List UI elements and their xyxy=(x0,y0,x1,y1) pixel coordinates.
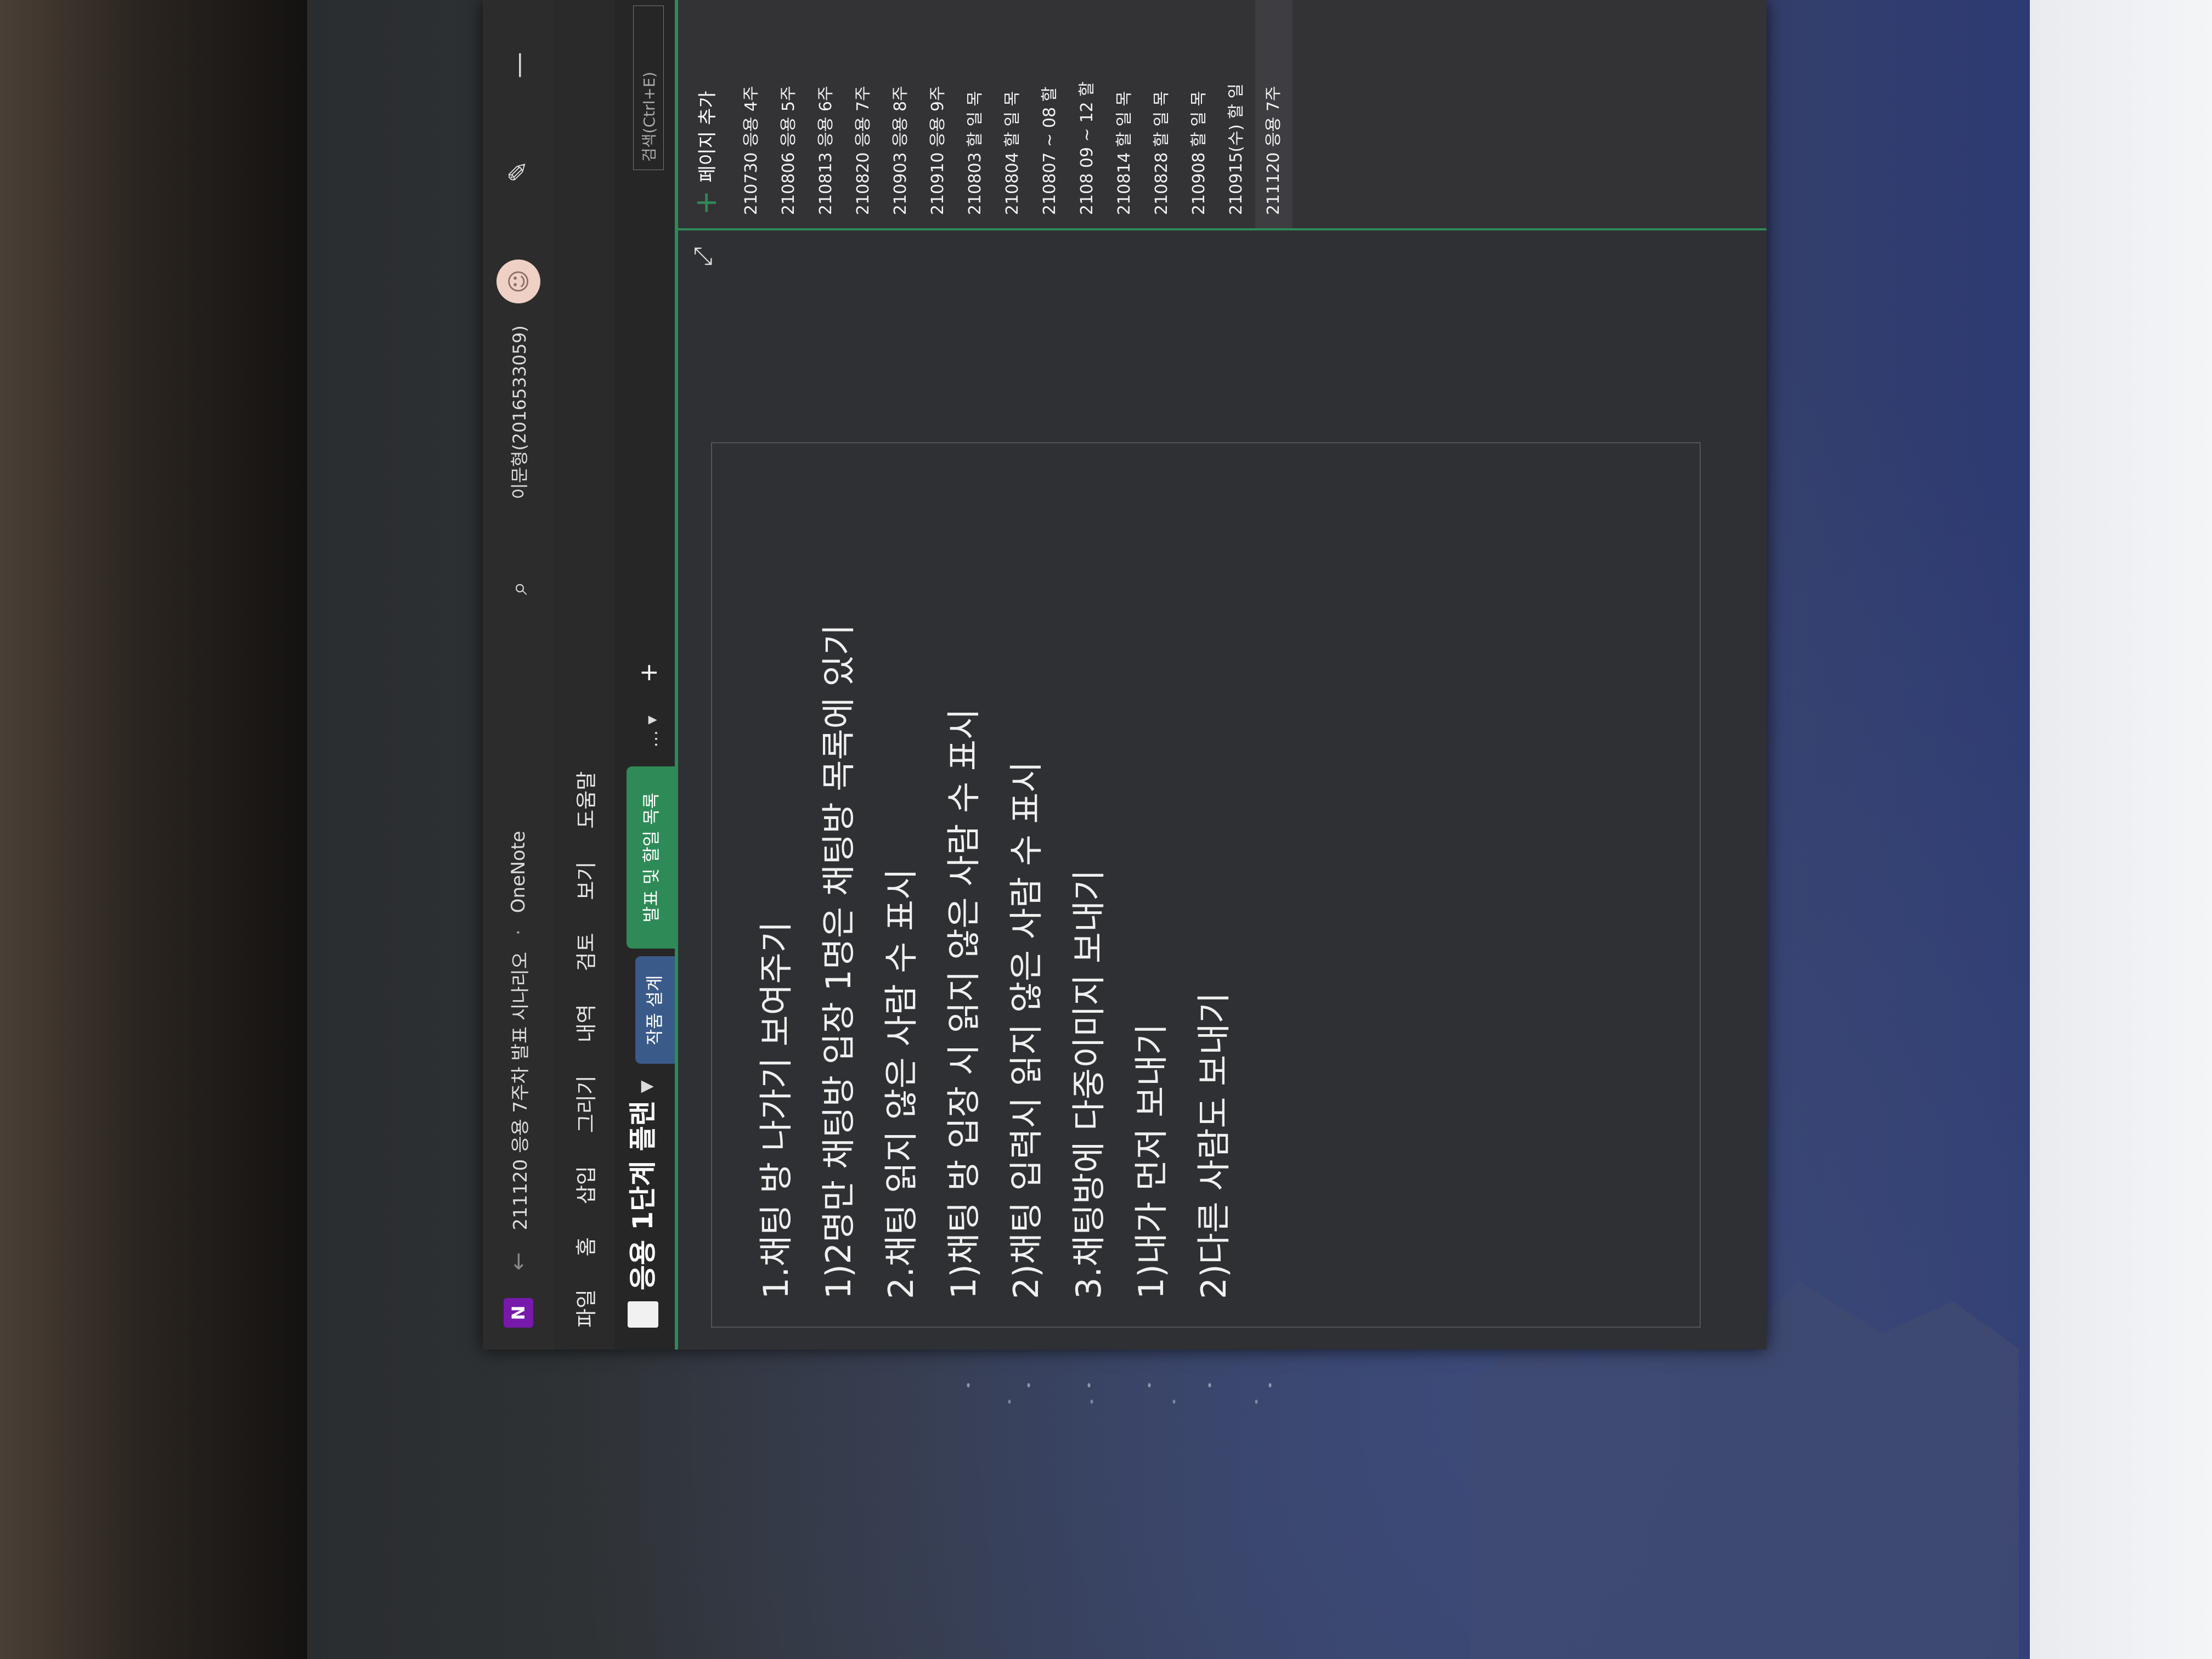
page-item[interactable]: 210903 응용 8주 xyxy=(882,0,919,228)
note-line[interactable]: 1.채팅 방 나가기 보여주기 xyxy=(745,624,808,1299)
avatar-icon[interactable]: ☺ xyxy=(496,259,540,303)
onenote-window: N ← 211120 응용 7주차 발표 시나리오 · OneNote ⌕ 이문… xyxy=(483,0,1767,1350)
menu-home[interactable]: 홈 xyxy=(569,1237,600,1256)
page-item[interactable]: 210915(수) 할 일 xyxy=(1218,0,1255,228)
page-item[interactable]: 210828 할 일 목 xyxy=(1143,0,1181,228)
note-line[interactable]: 2.채팅 읽지 않은 사람 수 표시 xyxy=(870,624,933,1299)
menu-history[interactable]: 내역 xyxy=(569,1004,600,1042)
page-item[interactable]: 210807 ~ 08 할 xyxy=(1031,0,1069,228)
notebook-name[interactable]: 응용 1단계 플랜 xyxy=(621,1101,661,1290)
menu-bar: 파일 홈 삽입 그리기 내역 검토 보기 도움말 xyxy=(554,0,614,1350)
expand-icon[interactable]: ⤢ xyxy=(689,247,717,266)
tab-section-design[interactable]: 작품 설계 xyxy=(635,956,675,1064)
onenote-app-icon: N xyxy=(504,1298,533,1328)
page-item[interactable]: 210813 응용 6주 xyxy=(808,0,845,228)
title-separator: · xyxy=(507,929,529,936)
note-line[interactable]: 2)다른 사람도 보내기 xyxy=(1183,624,1245,1299)
page-item[interactable]: 210730 응용 4주 xyxy=(733,0,770,228)
page-item[interactable]: 210814 할 일 목 xyxy=(1106,0,1143,228)
plus-icon: + xyxy=(688,190,723,215)
minimize-icon[interactable]: — xyxy=(503,52,534,78)
page-item[interactable]: 210820 응용 7주 xyxy=(845,0,882,228)
note-line[interactable]: 2)채팅 입력시 읽지 않은 사람 수 표시 xyxy=(995,624,1058,1299)
user-name[interactable]: 이문형(2016533059) xyxy=(506,325,531,499)
note-line[interactable]: 3.채팅방에 다중이미지 보내기 xyxy=(1058,624,1120,1299)
page-item[interactable]: 210908 할 일 목 xyxy=(1181,0,1218,228)
menu-help[interactable]: 도움말 xyxy=(569,771,600,829)
page-item[interactable]: 210806 응용 5주 xyxy=(770,0,808,228)
back-icon[interactable]: ← xyxy=(506,1252,531,1271)
more-sections-button[interactable]: … ▾ xyxy=(641,716,662,748)
page-item[interactable]: 210910 응용 9주 xyxy=(919,0,957,228)
menu-insert[interactable]: 삽입 xyxy=(569,1166,600,1204)
page-canvas[interactable]: ⤢ 1.채팅 방 나가기 보여주기 1)2명만 채팅방 입장 1명은 채팅방 목… xyxy=(678,230,1767,1350)
page-item[interactable]: 2108 09 ~ 12 할 xyxy=(1069,0,1106,228)
note-container[interactable]: 1.채팅 방 나가기 보여주기 1)2명만 채팅방 입장 1명은 채팅방 목록에… xyxy=(711,442,1701,1328)
page-item-selected[interactable]: 211120 응용 7주 xyxy=(1255,0,1293,228)
notebook-icon xyxy=(628,1301,658,1328)
menu-view[interactable]: 보기 xyxy=(569,862,600,900)
monitor-bezel-left xyxy=(0,0,307,1659)
search-icon[interactable]: ⌕ xyxy=(505,582,533,595)
note-line[interactable]: 1)내가 먼저 보내기 xyxy=(1120,624,1183,1299)
app-name: OneNote xyxy=(507,831,529,913)
pen-icon[interactable]: ✎ xyxy=(503,161,534,183)
note-line[interactable]: 1)2명만 채팅방 입장 1명은 채팅방 목록에 있기 xyxy=(808,624,870,1299)
tab-section-todo[interactable]: 발표 및 할일 목록 xyxy=(627,766,675,949)
page-list: + 페이지 추가 210730 응용 4주 210806 응용 5주 21081… xyxy=(678,0,1767,230)
menu-review[interactable]: 검토 xyxy=(569,933,600,971)
menu-file[interactable]: 파일 xyxy=(569,1289,600,1328)
document-title: 211120 응용 7주차 발표 시나리오 xyxy=(509,952,532,1231)
page-item[interactable]: 210804 할 일 목 xyxy=(994,0,1031,228)
note-line[interactable]: 1)채팅 방 입장 시 읽지 않은 사람 수 표시 xyxy=(933,624,995,1299)
title-bar: N ← 211120 응용 7주차 발표 시나리오 · OneNote ⌕ 이문… xyxy=(483,0,554,1350)
add-page-button[interactable]: + 페이지 추가 xyxy=(678,0,733,228)
note-text[interactable]: 1.채팅 방 나가기 보여주기 1)2명만 채팅방 입장 1명은 채팅방 목록에… xyxy=(745,624,1245,1299)
notebook-nav-bar: 응용 1단계 플랜 ▼ 작품 설계 발표 및 할일 목록 … ▾ + 검색(Ct… xyxy=(614,0,675,1350)
menu-draw[interactable]: 그리기 xyxy=(569,1075,600,1133)
monitor-bezel-right xyxy=(2030,0,2212,1659)
chevron-down-icon[interactable]: ▼ xyxy=(637,1080,656,1093)
search-input[interactable]: 검색(Ctrl+E) xyxy=(633,5,664,170)
page-item[interactable]: 210803 할 일 목 xyxy=(957,0,994,228)
add-page-label: 페이지 추가 xyxy=(696,91,719,183)
add-section-button[interactable]: + xyxy=(635,663,663,683)
